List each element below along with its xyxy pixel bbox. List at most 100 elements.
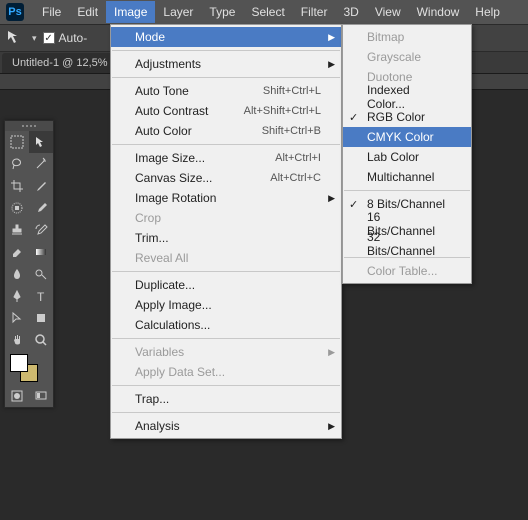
tool-preset-chevron-icon[interactable]: ▾ [32, 33, 37, 44]
menu-separator [112, 271, 340, 272]
app-logo: Ps [6, 3, 24, 21]
menu-image[interactable]: Image [106, 1, 155, 23]
menu-shortcut: Alt+Ctrl+C [246, 172, 321, 184]
menu-item-duplicate[interactable]: Duplicate... [111, 275, 341, 295]
dodge-tool[interactable] [29, 263, 53, 285]
menu-item-color-table: Color Table... [343, 261, 471, 281]
menu-select[interactable]: Select [243, 1, 292, 23]
menu-item-label: Duplicate... [135, 278, 195, 292]
magic-wand-tool[interactable] [29, 153, 53, 175]
menu-item-label: Analysis [135, 419, 180, 433]
menu-item-label: Mode [135, 30, 165, 44]
blur-tool[interactable] [5, 263, 29, 285]
menu-item-mode[interactable]: Mode ▶ [111, 27, 341, 47]
menu-item-multichannel[interactable]: Multichannel [343, 167, 471, 187]
submenu-arrow-icon: ▶ [328, 347, 335, 358]
menu-view[interactable]: View [367, 1, 409, 23]
menu-item-label: 8 Bits/Channel [367, 197, 445, 211]
pen-tool[interactable] [5, 285, 29, 307]
shape-tool[interactable] [29, 307, 53, 329]
image-menu-dropdown: Mode▶Adjustments▶Auto ToneShift+Ctrl+LAu… [110, 24, 342, 439]
panel-grip[interactable] [5, 121, 53, 131]
menu-item-label: Lab Color [367, 150, 419, 164]
menu-separator [112, 412, 340, 413]
menu-separator [112, 77, 340, 78]
auto-select-label: Auto- [59, 31, 88, 45]
eraser-tool[interactable] [5, 241, 29, 263]
lasso-tool[interactable] [5, 153, 29, 175]
zoom-tool[interactable] [29, 329, 53, 351]
menu-item-apply-image[interactable]: Apply Image... [111, 295, 341, 315]
mode-submenu-dropdown: Bitmap Grayscale Duotone Indexed Color...✓R… [342, 24, 472, 284]
menu-item-label: Duotone [367, 70, 412, 84]
menu-item-32-bits-channel[interactable]: 32 Bits/Channel [343, 234, 471, 254]
quickmask-tool[interactable] [5, 385, 29, 407]
menu-type[interactable]: Type [201, 1, 243, 23]
color-swatches[interactable] [5, 351, 53, 385]
menu-edit[interactable]: Edit [69, 1, 106, 23]
menu-item-label: Trap... [135, 392, 169, 406]
type-tool[interactable]: T [29, 285, 53, 307]
svg-text:T: T [37, 290, 45, 303]
menu-item-lab-color[interactable]: Lab Color [343, 147, 471, 167]
check-icon: ✓ [349, 198, 358, 211]
menu-item-canvas-size[interactable]: Canvas Size... Alt+Ctrl+C [111, 168, 341, 188]
menu-item-image-size[interactable]: Image Size... Alt+Ctrl+I [111, 148, 341, 168]
menu-item-auto-contrast[interactable]: Auto ContrastAlt+Shift+Ctrl+L [111, 101, 341, 121]
gradient-tool[interactable] [29, 241, 53, 263]
auto-select-checkbox[interactable]: ✓ [43, 32, 55, 44]
menu-item-apply-data-set: Apply Data Set... [111, 362, 341, 382]
submenu-arrow-icon: ▶ [328, 59, 335, 70]
tools-panel: T [4, 120, 54, 408]
menu-item-label: CMYK Color [367, 130, 434, 144]
menu-item-bitmap: Bitmap [343, 27, 471, 47]
document-tab[interactable]: Untitled-1 @ 12,5% [2, 53, 118, 73]
menu-item-variables: Variables▶ [111, 342, 341, 362]
menubar: Ps FileEditImageLayerTypeSelectFilter3DV… [0, 0, 528, 24]
marquee-tool[interactable] [5, 131, 29, 153]
screenmode-tool[interactable] [29, 385, 53, 407]
menu-item-label: Image Rotation [135, 191, 216, 205]
menu-shortcut: Alt+Ctrl+I [251, 152, 321, 164]
submenu-arrow-icon: ▶ [328, 32, 335, 43]
menu-3d[interactable]: 3D [335, 1, 366, 23]
menu-item-label: 32 Bits/Channel [367, 230, 451, 258]
brush-tool[interactable] [29, 197, 53, 219]
menu-item-adjustments[interactable]: Adjustments▶ [111, 54, 341, 74]
menu-item-trim[interactable]: Trim... [111, 228, 341, 248]
menu-item-label: Apply Image... [135, 298, 212, 312]
menu-help[interactable]: Help [467, 1, 508, 23]
menu-window[interactable]: Window [409, 1, 468, 23]
healing-brush-tool[interactable] [5, 197, 29, 219]
foreground-swatch[interactable] [10, 354, 28, 372]
menu-filter[interactable]: Filter [293, 1, 336, 23]
menu-file[interactable]: File [34, 1, 69, 23]
menu-item-rgb-color[interactable]: ✓RGB Color [343, 107, 471, 127]
menu-item-analysis[interactable]: Analysis▶ [111, 416, 341, 436]
menu-item-label: Auto Contrast [135, 104, 208, 118]
menu-item-image-rotation[interactable]: Image Rotation ▶ [111, 188, 341, 208]
menu-item-label: Grayscale [367, 50, 421, 64]
menu-item-label: Crop [135, 211, 161, 225]
menu-item-label: Color Table... [367, 264, 437, 278]
menu-item-auto-color[interactable]: Auto ColorShift+Ctrl+B [111, 121, 341, 141]
history-brush-tool[interactable] [29, 219, 53, 241]
menu-item-label: Apply Data Set... [135, 365, 225, 379]
menu-shortcut: Shift+Ctrl+L [239, 85, 321, 97]
menu-item-label: Canvas Size... [135, 171, 212, 185]
menu-item-trap[interactable]: Trap... [111, 389, 341, 409]
menu-layer[interactable]: Layer [155, 1, 201, 23]
menu-separator [112, 385, 340, 386]
move-tool[interactable] [29, 131, 53, 153]
eyedropper-tool[interactable] [29, 175, 53, 197]
crop-tool[interactable] [5, 175, 29, 197]
menu-item-auto-tone[interactable]: Auto ToneShift+Ctrl+L [111, 81, 341, 101]
menu-item-cmyk-color[interactable]: CMYK Color [343, 127, 471, 147]
menu-item-indexed-color[interactable]: Indexed Color... [343, 87, 471, 107]
menu-item-calculations[interactable]: Calculations... [111, 315, 341, 335]
submenu-arrow-icon: ▶ [328, 193, 335, 204]
path-select-tool[interactable] [5, 307, 29, 329]
hand-tool[interactable] [5, 329, 29, 351]
stamp-tool[interactable] [5, 219, 29, 241]
menu-item-label: Image Size... [135, 151, 205, 165]
